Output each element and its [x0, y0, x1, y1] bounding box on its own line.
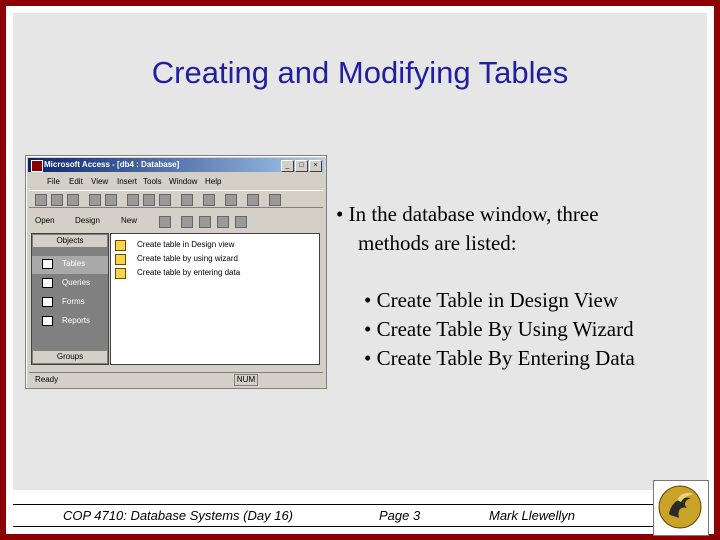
query-icon: [42, 278, 53, 288]
help-icon: [269, 194, 281, 206]
wizard-icon: [115, 254, 126, 265]
wizard-icon: [115, 268, 126, 279]
link-icon: [203, 194, 215, 206]
menu-file: File: [47, 177, 60, 186]
status-bar: Ready NUM: [29, 372, 323, 386]
object-tables: Tables: [32, 256, 108, 274]
menu-bar: File Edit View Insert Tools Window Help: [29, 175, 323, 188]
menu-insert: Insert: [117, 177, 138, 186]
list-icon: [217, 216, 229, 228]
menu-view: View: [91, 177, 109, 186]
new-icon: [35, 194, 47, 206]
large-icons-icon: [181, 216, 193, 228]
print-icon: [89, 194, 101, 206]
groups-header: Groups: [33, 351, 107, 363]
minimize-icon: _: [281, 160, 294, 172]
open-button: Open: [35, 216, 55, 225]
menu-edit: Edit: [69, 177, 83, 186]
window-titlebar: Microsoft Access - [db4 : Database] _ □ …: [28, 158, 324, 172]
footer-page: Page 3: [379, 508, 421, 523]
ucf-pegasus-logo: [653, 480, 709, 536]
tables-list: Create table in Design view Create table…: [110, 233, 320, 365]
sub-bullet-design-view: • Create Table in Design View: [364, 288, 619, 312]
bullet-line-1: • In the database window, three: [336, 202, 599, 226]
details-icon: [235, 216, 247, 228]
pegasus-icon: [658, 485, 702, 529]
sub-bullet-wizard: • Create Table By Using Wizard: [364, 317, 634, 341]
design-button: Design: [75, 216, 100, 225]
num-lock-indicator: NUM: [234, 374, 258, 386]
report-icon: [42, 316, 53, 326]
small-icons-icon: [199, 216, 211, 228]
footer-rule-bottom: [13, 526, 653, 527]
delete-icon: [159, 216, 171, 228]
cut-icon: [127, 194, 139, 206]
slide-title: Creating and Modifying Tables: [151, 55, 569, 90]
open-icon: [51, 194, 63, 206]
objects-pane: Objects Tables Queries Forms Reports Gro…: [31, 233, 109, 365]
slide-footer: COP 4710: Database Systems (Day 16) Page…: [13, 490, 653, 530]
footer-author: Mark Llewellyn: [489, 508, 575, 523]
sub-bullet-entering-data: • Create Table By Entering Data: [364, 346, 635, 370]
slide: Creating and Modifying Tables Microsoft …: [0, 0, 720, 540]
sub-bullets: • Create Table in Design View • Create T…: [364, 286, 635, 373]
menu-help: Help: [205, 177, 222, 186]
menu-tools: Tools: [143, 177, 162, 186]
form-icon: [42, 297, 53, 307]
objects-header: Objects: [33, 235, 107, 247]
bullet-line-2: methods are listed:: [358, 231, 517, 255]
main-bullet: • In the database window, three methods …: [336, 200, 676, 258]
wizard-icon: [115, 240, 126, 251]
properties-icon: [247, 194, 259, 206]
save-icon: [67, 194, 79, 206]
database-toolbar: Open Design New: [29, 213, 323, 229]
relationships-icon: [225, 194, 237, 206]
window-title: Microsoft Access - [db4 : Database]: [44, 160, 180, 169]
footer-course: COP 4710: Database Systems (Day 16): [63, 508, 294, 523]
new-button: New: [121, 216, 138, 225]
object-forms: Forms: [32, 294, 108, 312]
undo-icon: [181, 194, 193, 206]
maximize-icon: □: [295, 160, 308, 172]
copy-icon: [143, 194, 155, 206]
table-icon: [42, 259, 53, 269]
access-key-icon: [31, 160, 43, 172]
paste-icon: [159, 194, 171, 206]
object-queries: Queries: [32, 275, 108, 293]
close-icon: ×: [309, 160, 322, 172]
menu-window: Window: [169, 177, 198, 186]
access-window-screenshot: Microsoft Access - [db4 : Database] _ □ …: [25, 155, 327, 389]
object-reports: Reports: [32, 313, 108, 331]
status-text: Ready: [35, 375, 59, 384]
preview-icon: [105, 194, 117, 206]
standard-toolbar: [29, 190, 323, 208]
footer-rule-top: [13, 504, 653, 505]
